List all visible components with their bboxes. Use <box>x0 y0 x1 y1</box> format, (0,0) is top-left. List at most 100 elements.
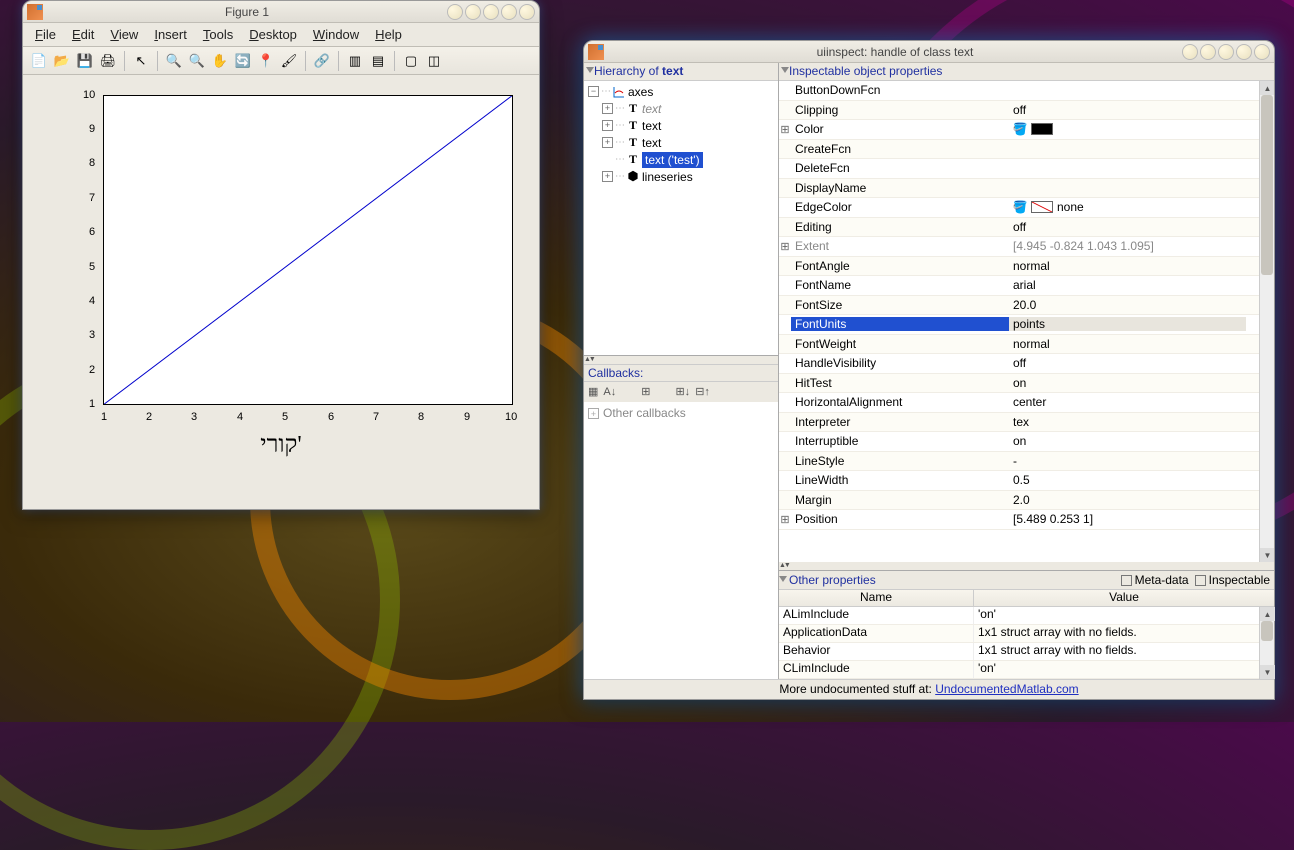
tree-node-text-selected[interactable]: ⋯ T text ('test') <box>584 151 778 168</box>
minimize-button[interactable] <box>1182 44 1198 60</box>
other-row-Behavior[interactable]: Behavior1x1 struct array with no fields. <box>779 643 1274 661</box>
other-row-CLimInclude[interactable]: CLimInclude'on' <box>779 661 1274 679</box>
scroll-thumb[interactable] <box>1261 621 1273 641</box>
pan-icon[interactable]: ✋ <box>210 51 230 71</box>
collapse-icon[interactable]: ⊟↑ <box>695 385 710 398</box>
property-value[interactable]: on <box>1009 376 1246 390</box>
new-figure-icon[interactable]: 📄 <box>29 51 49 71</box>
menu-help[interactable]: Help <box>367 25 410 44</box>
property-row-HorizontalAlignment[interactable]: HorizontalAlignmentcenter▼ <box>779 393 1274 413</box>
brush-icon[interactable]: 🖌 <box>279 51 299 71</box>
expand-icon[interactable]: + <box>602 103 613 114</box>
ontop-button[interactable] <box>483 4 499 20</box>
property-value[interactable]: 2.0 <box>1009 493 1246 507</box>
expand-icon[interactable]: + <box>588 408 599 419</box>
other-value[interactable]: 1x1 struct array with no fields. <box>974 625 1274 642</box>
property-row-FontWeight[interactable]: FontWeightnormal▼ <box>779 335 1274 355</box>
categorized-icon[interactable]: ▦ <box>588 385 598 398</box>
property-row-Margin[interactable]: Margin2.0✎ <box>779 491 1274 511</box>
xlabel[interactable]: קורי' <box>260 432 301 459</box>
datacursor-icon[interactable]: 📍 <box>256 51 276 71</box>
zoom-in-icon[interactable]: 🔍 <box>164 51 184 71</box>
expand-icon[interactable]: ⊞ <box>779 240 791 253</box>
scroll-thumb[interactable] <box>1261 95 1273 275</box>
property-row-HandleVisibility[interactable]: HandleVisibilityoff▼ <box>779 354 1274 374</box>
property-value[interactable]: normal <box>1009 337 1246 351</box>
scroll-down-icon[interactable]: ▼ <box>1260 548 1274 562</box>
menu-desktop[interactable]: Desktop <box>241 25 305 44</box>
alphabetical-icon[interactable]: A↓ <box>603 386 616 398</box>
col-header-name[interactable]: Name <box>779 590 974 606</box>
tree-node-text-1[interactable]: +⋯ T text <box>584 100 778 117</box>
other-row-ApplicationData[interactable]: ApplicationData1x1 struct array with no … <box>779 625 1274 643</box>
collapse-icon[interactable]: − <box>588 86 599 97</box>
scroll-up-icon[interactable]: ▲ <box>1260 607 1275 621</box>
hierarchy-tree[interactable]: −⋯ axes +⋯ T text +⋯ T text +⋯ T te <box>584 81 778 356</box>
scroll-up-icon[interactable]: ▲ <box>1260 81 1274 95</box>
tree-node-text-2[interactable]: +⋯ T text <box>584 117 778 134</box>
axes[interactable] <box>103 95 513 405</box>
property-row-FontName[interactable]: FontNamearial✎ <box>779 276 1274 296</box>
expand-all-icon[interactable]: ⊞ <box>641 385 650 398</box>
property-row-LineStyle[interactable]: LineStyle-▼ <box>779 452 1274 472</box>
property-value[interactable]: - <box>1009 454 1246 468</box>
property-value[interactable]: off <box>1009 220 1246 234</box>
scrollbar[interactable]: ▲ ▼ <box>1259 81 1274 562</box>
property-row-Color[interactable]: ⊞Color🪣 <box>779 120 1274 140</box>
property-value[interactable]: off <box>1009 103 1246 117</box>
tree-node-lineseries[interactable]: +⋯ ⬢ lineseries <box>584 168 778 185</box>
property-row-EdgeColor[interactable]: EdgeColor🪣 none <box>779 198 1274 218</box>
property-value[interactable]: 20.0 <box>1009 298 1246 312</box>
minimize-button[interactable] <box>447 4 463 20</box>
property-row-HitTest[interactable]: HitTeston▼ <box>779 374 1274 394</box>
show-tools-icon[interactable]: ◫ <box>424 51 444 71</box>
close-button[interactable] <box>519 4 535 20</box>
tree-node-text-3[interactable]: +⋯ T text <box>584 134 778 151</box>
scrollbar[interactable]: ▲ ▼ <box>1259 607 1274 679</box>
color-swatch[interactable] <box>1031 123 1053 135</box>
menu-view[interactable]: View <box>102 25 146 44</box>
expand-icon[interactable]: + <box>602 137 613 148</box>
figure-canvas[interactable]: 10 9 8 7 6 5 4 3 2 1 1 2 3 4 5 6 7 8 9 1… <box>23 75 539 509</box>
expand-icon[interactable]: + <box>602 120 613 131</box>
color-swatch[interactable] <box>1031 201 1053 213</box>
property-row-LineWidth[interactable]: LineWidth0.5✎ <box>779 471 1274 491</box>
property-row-ButtonDownFcn[interactable]: ButtonDownFcn✎ <box>779 81 1274 101</box>
open-icon[interactable]: 📂 <box>52 51 72 71</box>
expand-icon[interactable]: ⊞ <box>779 513 791 526</box>
expand-icon[interactable]: + <box>602 171 613 182</box>
edit-plot-icon[interactable]: ↖ <box>131 51 151 71</box>
metadata-checkbox[interactable] <box>1121 575 1132 586</box>
property-row-FontUnits[interactable]: FontUnitspoints▼ <box>779 315 1274 335</box>
properties-table[interactable]: ButtonDownFcn✎Clippingoff▼⊞Color🪣CreateF… <box>779 81 1274 562</box>
other-value[interactable]: 'on' <box>974 661 1274 678</box>
rotate-icon[interactable]: 🔄 <box>233 51 253 71</box>
uiinspect-titlebar[interactable]: uiinspect: handle of class text <box>584 41 1274 63</box>
maximize-button[interactable] <box>501 4 517 20</box>
shade-button[interactable] <box>465 4 481 20</box>
property-value[interactable]: 🪣 none <box>1009 200 1246 214</box>
menu-window[interactable]: Window <box>305 25 367 44</box>
property-value[interactable]: [5.489 0.253 1] <box>1009 512 1246 526</box>
save-icon[interactable]: 💾 <box>75 51 95 71</box>
legend-icon[interactable]: ▤ <box>368 51 388 71</box>
property-row-Interpreter[interactable]: Interpretertex▼ <box>779 413 1274 433</box>
menu-file[interactable]: File <box>27 25 64 44</box>
property-row-DisplayName[interactable]: DisplayName✎ <box>779 179 1274 199</box>
expand-icon[interactable]: ⊞↓ <box>675 385 690 398</box>
property-value[interactable]: on <box>1009 434 1246 448</box>
color-picker-icon[interactable]: 🪣 <box>1013 200 1027 214</box>
hide-tools-icon[interactable]: ▢ <box>401 51 421 71</box>
property-value[interactable]: points <box>1009 317 1246 331</box>
inspectable-checkbox[interactable] <box>1195 575 1206 586</box>
menu-insert[interactable]: Insert <box>146 25 195 44</box>
expand-icon[interactable]: ⊞ <box>779 123 791 136</box>
link-icon[interactable]: 🔗 <box>312 51 332 71</box>
splitter[interactable] <box>584 356 778 364</box>
color-picker-icon[interactable]: 🪣 <box>1013 122 1027 136</box>
property-value[interactable]: 🪣 <box>1009 122 1246 136</box>
scroll-down-icon[interactable]: ▼ <box>1260 665 1275 679</box>
other-row-ALimInclude[interactable]: ALimInclude'on' <box>779 607 1274 625</box>
splitter[interactable] <box>779 562 1274 570</box>
close-button[interactable] <box>1254 44 1270 60</box>
